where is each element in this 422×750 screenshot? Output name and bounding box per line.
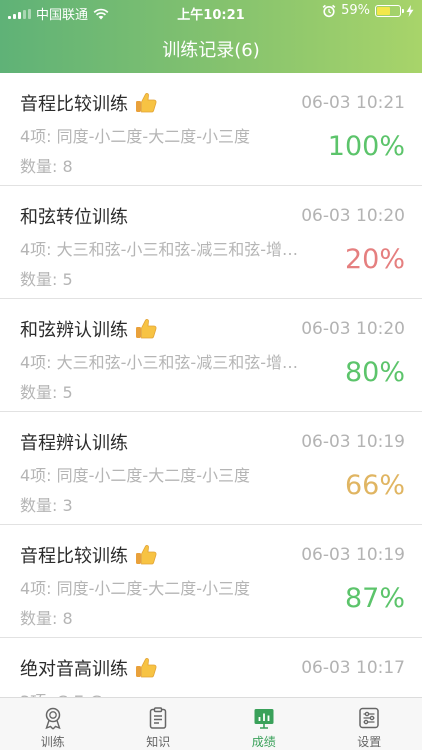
record-items: 4项: 同度-小二度-大二度-小三度: [20, 579, 250, 598]
record-count: 数量: 8: [20, 609, 73, 628]
record-title-text: 音程比较训练: [20, 546, 128, 567]
record-title: 和弦转位训练: [20, 203, 128, 229]
settings-icon: [359, 707, 379, 729]
records-list[interactable]: 音程比较训练 06-03 10:21 4项: 同度-小二度-大二度-小三度 数量: 8…: [0, 73, 422, 697]
record-score: 100%: [327, 131, 405, 162]
record-time: 06-03 10:19: [301, 545, 405, 565]
record-time: 06-03 10:19: [301, 432, 405, 452]
record-time: 06-03 10:20: [301, 319, 405, 339]
record-items: 3项: C-E-G: [20, 688, 310, 697]
battery-icon: [375, 4, 404, 17]
chart-icon: [254, 709, 274, 729]
tab-label: 成绩: [251, 735, 276, 749]
tab-training[interactable]: 训练: [0, 698, 106, 750]
record-row[interactable]: 音程辨认训练 06-03 10:19 4项: 同度-小二度-大二度-小三度 数量: 3…: [0, 412, 422, 525]
record-title: 音程比较训练: [20, 90, 158, 116]
status-bar: 中国联通 上午10:21 59%: [0, 0, 422, 24]
record-items: 4项: 大三和弦-小三和弦-减三和弦-增三和弦: [20, 240, 310, 259]
record-title-text: 和弦辨认训练: [20, 320, 128, 341]
tab-label: 设置: [357, 735, 382, 749]
tab-settings[interactable]: 设置: [317, 698, 422, 750]
record-row[interactable]: 音程比较训练 06-03 10:21 4项: 同度-小二度-大二度-小三度 数量: 8…: [0, 73, 422, 186]
tab-scores[interactable]: 成绩: [211, 698, 317, 750]
record-row[interactable]: 和弦辨认训练 06-03 10:20 4项: 大三和弦-小三和弦-减三和弦-增三和弦…: [0, 299, 422, 412]
record-title: 音程辨认训练: [20, 429, 128, 455]
record-items: 4项: 同度-小二度-大二度-小三度: [20, 466, 250, 485]
record-row[interactable]: 和弦转位训练 06-03 10:20 4项: 大三和弦-小三和弦-减三和弦-增三和弦…: [0, 186, 422, 299]
record-items: 4项: 大三和弦-小三和弦-减三和弦-增三和弦: [20, 353, 310, 372]
tab-label: 知识: [146, 735, 171, 749]
record-title-text: 和弦转位训练: [20, 207, 128, 228]
record-items: 4项: 同度-小二度-大二度-小三度: [20, 127, 250, 146]
record-time: 06-03 10:17: [301, 658, 405, 678]
tab-knowledge[interactable]: 知识: [106, 698, 212, 750]
record-row[interactable]: 音程比较训练 06-03 10:19 4项: 同度-小二度-大二度-小三度 数量: 8…: [0, 525, 422, 638]
record-count: 数量: 3: [20, 496, 73, 515]
record-count: 数量: 8: [20, 157, 73, 176]
thumbs-up-icon: [136, 658, 157, 678]
record-time: 06-03 10:21: [301, 93, 405, 113]
record-time: 06-03 10:20: [301, 206, 405, 226]
record-row[interactable]: 绝对音高训练 06-03 10:17 3项: C-E-G: [0, 638, 422, 697]
record-title-text: 绝对音高训练: [20, 659, 128, 680]
record-title: 和弦辨认训练: [20, 316, 158, 342]
header: 中国联通 上午10:21 59% 训练记录(6): [0, 0, 422, 73]
record-count: 数量: 5: [20, 270, 73, 289]
record-count: 数量: 5: [20, 383, 73, 402]
record-title-text: 音程辨认训练: [20, 433, 128, 454]
record-score: 80%: [344, 357, 405, 388]
thumbs-up-icon: [136, 319, 157, 339]
thumbs-up-icon: [136, 545, 157, 565]
record-title: 音程比较训练: [20, 542, 158, 568]
record-title: 绝对音高训练: [20, 655, 158, 681]
charging-bolt-icon: [406, 4, 414, 17]
alarm-icon: [322, 4, 336, 17]
tab-label: 训练: [40, 735, 65, 749]
thumbs-up-icon: [136, 93, 157, 113]
clipboard-icon: [150, 707, 167, 729]
record-title-text: 音程比较训练: [20, 94, 128, 115]
record-score: 66%: [344, 470, 405, 501]
tab-bar: 训练 知识 成绩 设置: [0, 697, 422, 750]
page-title: 训练记录(6): [162, 40, 260, 61]
medal-icon: [45, 707, 61, 730]
battery-percent: 59%: [341, 3, 370, 18]
record-score: 20%: [344, 244, 405, 275]
record-score: 87%: [344, 583, 405, 614]
